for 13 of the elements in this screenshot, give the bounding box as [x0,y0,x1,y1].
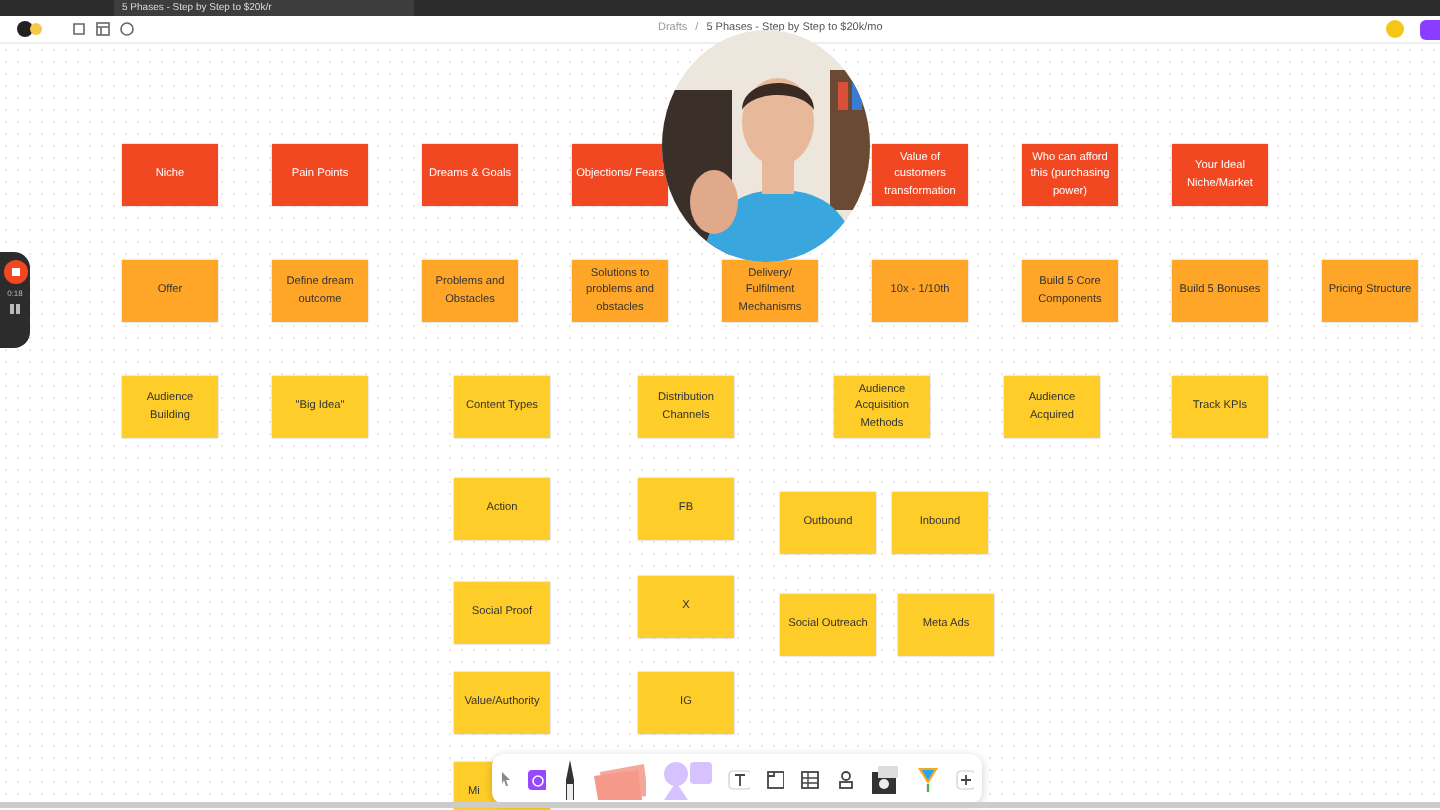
stamp-icon[interactable] [835,769,855,789]
pause-icon[interactable] [10,304,20,314]
frame-icon[interactable] [765,769,785,789]
logo-icon[interactable] [16,20,44,38]
pen-icon[interactable] [562,759,578,799]
layout-icon[interactable] [96,22,110,36]
text-tool-icon[interactable] [727,769,750,789]
stickers-icon[interactable] [870,763,901,795]
stop-icon[interactable] [3,260,27,284]
pointer-icon[interactable] [500,772,512,786]
table-icon[interactable] [800,769,820,789]
plus-icon[interactable] [955,769,975,789]
share-button[interactable] [1420,19,1440,39]
